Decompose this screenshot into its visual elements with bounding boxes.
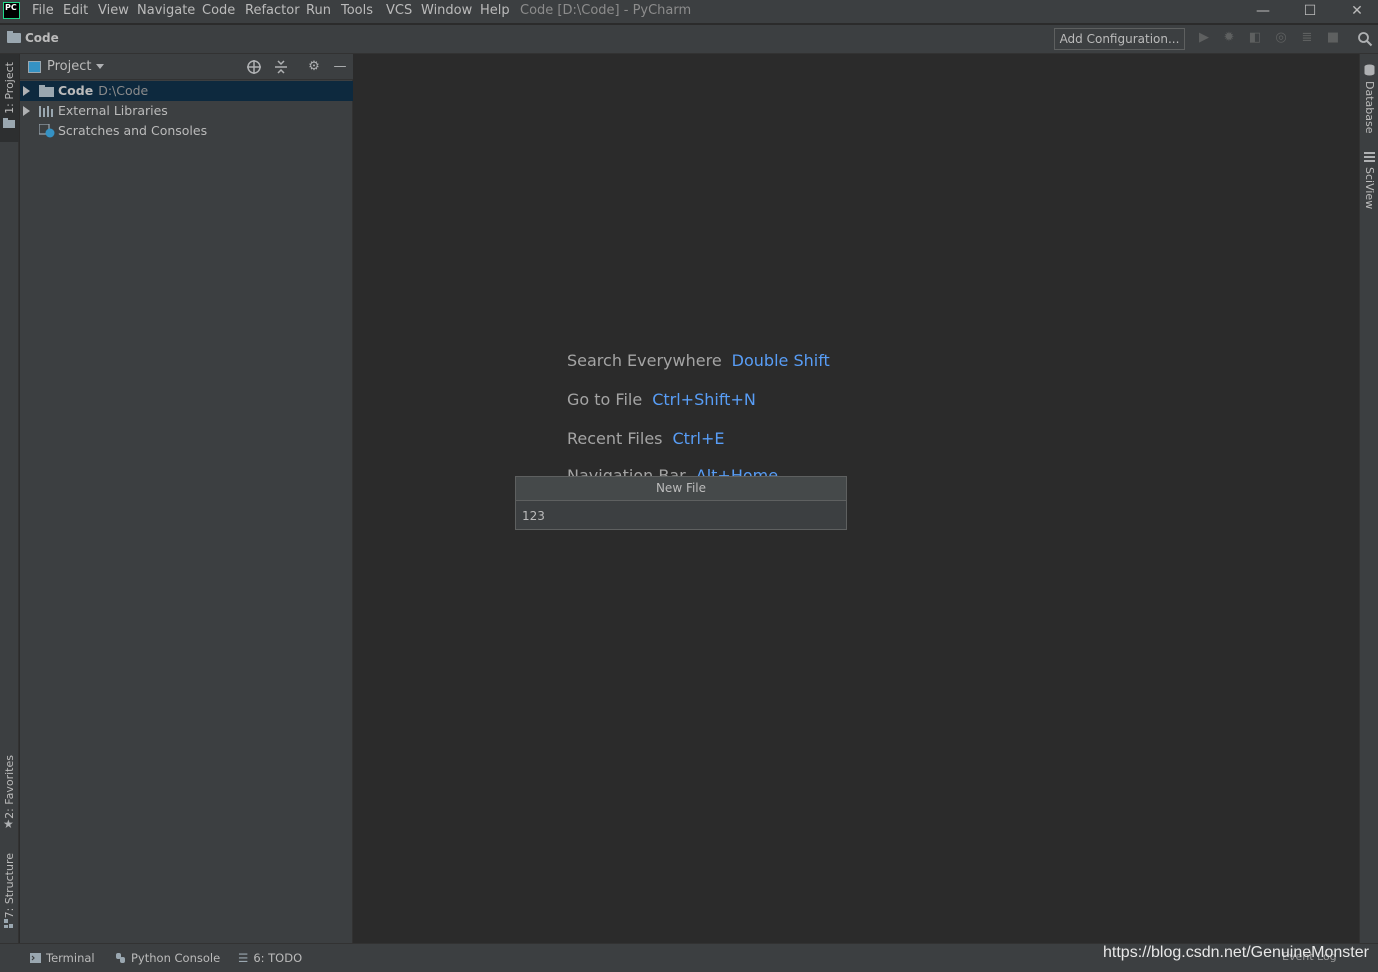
tab-database[interactable]: Database [1363, 81, 1376, 134]
menu-code[interactable]: Code [202, 3, 235, 18]
tree-node-path: D:\Code [98, 83, 149, 98]
title-bar: PC File Edit View Navigate Code Refactor… [0, 0, 1378, 24]
tab-project[interactable]: 1: Project [0, 54, 19, 142]
folder-icon [7, 31, 21, 43]
structure-icon [4, 919, 13, 928]
dialog-title: New File [516, 477, 846, 501]
menu-help[interactable]: Help [480, 3, 510, 18]
star-icon: ★ [3, 817, 14, 831]
profile-icon[interactable]: ◎ [1273, 30, 1289, 46]
hint-shortcut: Ctrl+E [672, 429, 725, 448]
run-icon[interactable]: ▶ [1196, 30, 1212, 46]
terminal-icon [30, 953, 41, 963]
right-tool-window-strip: Database SciView [1359, 54, 1378, 943]
tree-node-label: Scratches and Consoles [58, 123, 208, 138]
menu-run[interactable]: Run [306, 3, 331, 18]
pycharm-logo-icon: PC [3, 2, 20, 19]
library-icon [39, 106, 53, 117]
tab-python-console-label: Python Console [131, 951, 221, 965]
tree-node-label: Code D:\Code [58, 83, 149, 98]
hint-label: Search Everywhere [567, 351, 722, 370]
run-with-coverage-icon[interactable]: ◧ [1247, 30, 1263, 46]
tab-structure-label: 7: Structure [3, 853, 16, 919]
hint-shortcut: Alt+Home [695, 466, 779, 476]
menu-view[interactable]: View [98, 3, 129, 18]
maximize-button[interactable]: ☐ [1295, 1, 1325, 21]
menu-tools[interactable]: Tools [341, 3, 373, 18]
project-folder-icon [3, 118, 15, 128]
chevron-right-icon[interactable] [23, 86, 30, 96]
tree-node-code[interactable]: Code D:\Code [20, 81, 353, 101]
hint-label: Go to File [567, 390, 643, 409]
minimize-button[interactable]: — [1248, 1, 1278, 21]
editor-empty-area: Search Everywhere Double Shift Go to File… [354, 54, 1358, 943]
hide-panel-icon[interactable]: — [332, 59, 348, 75]
hint-search-everywhere: Search Everywhere Double Shift [567, 351, 830, 370]
tab-terminal[interactable]: Terminal [30, 951, 95, 965]
menu-edit[interactable]: Edit [63, 3, 88, 18]
close-button[interactable]: ✕ [1342, 1, 1372, 21]
hint-label: Navigation Bar [567, 466, 686, 476]
project-view-selector[interactable]: Project [47, 59, 91, 74]
hint-go-to-file: Go to File Ctrl+Shift+N [567, 390, 756, 409]
tree-node-scratches[interactable]: Scratches and Consoles [20, 121, 353, 141]
scratches-icon [39, 124, 55, 138]
tab-todo[interactable]: ☰ 6: TODO [238, 951, 302, 965]
locate-icon[interactable] [246, 59, 262, 75]
menu-navigate[interactable]: Navigate [137, 3, 195, 18]
tab-python-console[interactable]: Python Console [115, 951, 220, 965]
tab-project-label: 1: Project [3, 62, 16, 114]
menu-refactor[interactable]: Refactor [245, 3, 300, 18]
hint-recent-files: Recent Files Ctrl+E [567, 429, 724, 448]
menu-vcs[interactable]: VCS [386, 3, 412, 18]
new-file-dialog: New File [515, 476, 847, 530]
hint-label: Recent Files [567, 429, 663, 448]
menu-window[interactable]: Window [421, 3, 472, 18]
file-name-input[interactable] [516, 502, 846, 529]
concurrency-diagram-icon[interactable]: ≣ [1299, 30, 1315, 46]
chevron-down-icon[interactable] [96, 64, 104, 69]
watermark-text: https://blog.csdn.net/GenuineMonster [1103, 944, 1369, 961]
chevron-right-icon[interactable] [23, 106, 30, 116]
project-panel-header: Project ⚙ — [20, 54, 353, 80]
tab-favorites-label: 2: Favorites [3, 755, 16, 819]
tab-sciview[interactable]: SciView [1363, 167, 1376, 209]
sciview-icon [1364, 152, 1375, 162]
menu-file[interactable]: File [32, 3, 54, 18]
tree-node-label: External Libraries [58, 103, 168, 118]
folder-icon [39, 85, 54, 97]
tab-favorites[interactable]: 2: Favorites ★ [0, 749, 19, 839]
hint-shortcut: Double Shift [731, 351, 830, 370]
project-tool-window: Project ⚙ — Code D:\Code External Librari… [20, 54, 353, 943]
project-view-icon [28, 61, 41, 73]
window-title: Code [D:\Code] - PyCharm [520, 3, 692, 18]
gear-icon[interactable]: ⚙ [306, 59, 322, 75]
bottom-tool-bar: Terminal Python Console ☰ 6: TODO Event L… [0, 943, 1378, 972]
tab-todo-label: 6: TODO [253, 951, 303, 965]
tab-terminal-label: Terminal [46, 951, 95, 965]
tab-structure[interactable]: 7: Structure [0, 849, 19, 934]
search-icon[interactable] [1357, 31, 1373, 47]
tree-node-external-libraries[interactable]: External Libraries [20, 101, 353, 121]
python-icon [116, 953, 125, 963]
breadcrumb-project[interactable]: Code [25, 31, 59, 45]
database-icon [1364, 64, 1375, 76]
hint-shortcut: Ctrl+Shift+N [652, 390, 756, 409]
left-tool-window-strip: 1: Project 2: Favorites ★ 7: Structure [0, 54, 19, 943]
stop-icon[interactable]: ■ [1325, 30, 1341, 46]
collapse-all-icon[interactable] [273, 59, 289, 75]
add-configuration-button[interactable]: Add Configuration... [1054, 28, 1185, 50]
navigation-bar: Code Add Configuration... ▶ ✹ ◧ ◎ ≣ ■ [0, 25, 1378, 54]
hint-navigation-bar-clipped: Navigation Bar Alt+Home [567, 462, 867, 476]
list-icon: ☰ [238, 951, 249, 965]
debug-icon[interactable]: ✹ [1221, 30, 1237, 46]
